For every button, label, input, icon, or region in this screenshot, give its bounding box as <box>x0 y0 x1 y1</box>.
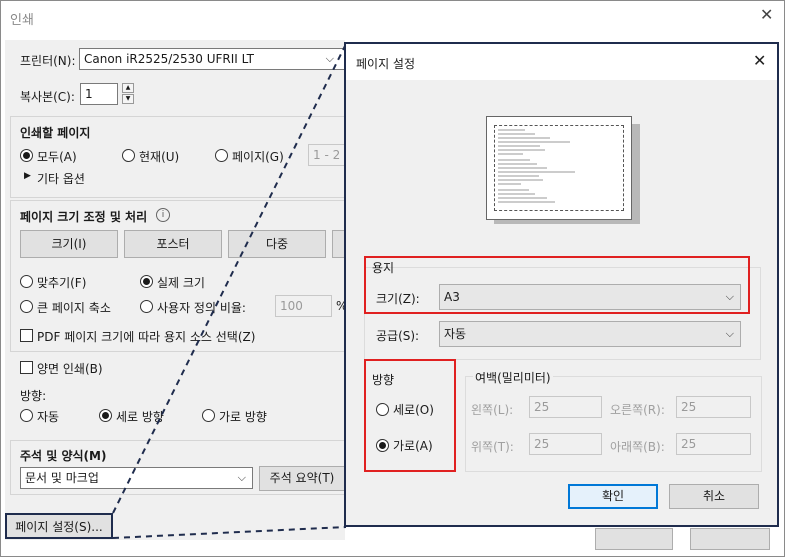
ok-button[interactable]: 확인 <box>568 484 658 509</box>
margin-left-label: 왼쪽(L): <box>471 403 514 417</box>
margin-left-input[interactable]: 25 <box>529 396 602 418</box>
chevron-down-icon: ⌵ <box>725 290 734 303</box>
margin-bottom-input[interactable]: 25 <box>676 433 751 455</box>
paper-source-select[interactable]: 자동 ⌵ <box>439 321 741 347</box>
dialog-portrait-radio[interactable] <box>376 403 389 416</box>
dialog-landscape-label: 가로(A) <box>393 439 433 453</box>
paper-source-label: 공급(S): <box>376 329 420 343</box>
paper-size-value: A3 <box>444 290 460 304</box>
dialog-orientation-title: 방향 <box>372 373 395 387</box>
margin-top-input[interactable]: 25 <box>529 433 602 455</box>
page-preview <box>486 116 632 220</box>
preview-text-lines <box>498 129 575 203</box>
callout-line-bottom <box>112 526 347 539</box>
margin-right-input[interactable]: 25 <box>676 396 751 418</box>
preview-margin-box <box>494 125 624 211</box>
margin-bottom-label: 아래쪽(B): <box>610 440 665 454</box>
dialog-close-icon[interactable]: ✕ <box>753 51 766 70</box>
margins-title: 여백(밀리미터) <box>473 369 553 386</box>
paper-size-select[interactable]: A3 ⌵ <box>439 284 741 310</box>
paper-source-value: 자동 <box>444 327 467 341</box>
paper-title: 용지 <box>372 261 395 275</box>
margin-right-label: 오른쪽(R): <box>610 403 665 417</box>
margins-group <box>465 376 762 472</box>
page-setup-dialog: 페이지 설정 ✕ 용지 크기(Z): A3 ⌵ 공급(S): 자동 ⌵ 방향 세… <box>344 42 779 527</box>
callout-line-top <box>112 43 347 514</box>
dialog-title: 페이지 설정 <box>356 57 416 71</box>
dialog-cancel-button[interactable]: 취소 <box>669 484 759 509</box>
margin-top-label: 위쪽(T): <box>471 440 514 454</box>
dialog-portrait-label: 세로(O) <box>393 403 434 417</box>
chevron-down-icon: ⌵ <box>725 327 734 340</box>
paper-size-label: 크기(Z): <box>376 292 420 306</box>
dialog-landscape-radio[interactable] <box>376 439 389 452</box>
